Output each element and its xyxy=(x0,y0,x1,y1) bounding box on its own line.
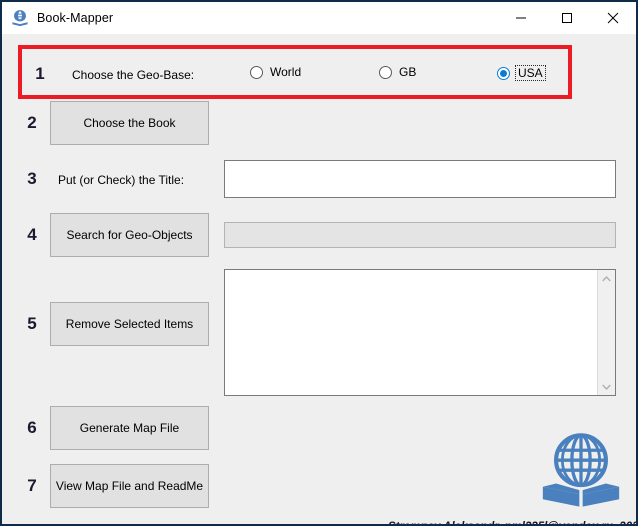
geo-objects-list-area[interactable] xyxy=(225,270,597,395)
author-credit: Stremnev Aleksandr, nml235l@yandex.ru, 2… xyxy=(388,521,636,524)
search-for-geo-objects-button[interactable]: Search for Geo-Objects xyxy=(50,213,209,257)
radio-option-world[interactable]: World xyxy=(250,65,301,79)
window-title: Book-Mapper xyxy=(37,11,114,25)
radio-dot-usa[interactable] xyxy=(497,66,510,80)
radio-label-gb: GB xyxy=(399,65,417,79)
title-bar: Book-Mapper xyxy=(2,2,636,34)
radio-label-usa: USA xyxy=(515,65,546,81)
radio-label-world: World xyxy=(270,65,302,79)
radio-option-gb[interactable]: GB xyxy=(379,65,416,79)
window-controls xyxy=(498,2,636,34)
step-number-2: 2 xyxy=(27,113,37,132)
maximize-button[interactable] xyxy=(544,2,590,34)
remove-selected-items-button[interactable]: Remove Selected Items xyxy=(50,302,209,346)
geo-objects-status-input xyxy=(224,222,616,248)
step-number-5: 5 xyxy=(27,314,37,333)
radio-dot-gb[interactable] xyxy=(379,65,392,79)
step-number-7: 7 xyxy=(27,476,37,495)
scroll-down-arrow-icon[interactable] xyxy=(598,378,615,395)
minimize-icon xyxy=(516,17,526,19)
chevron-down-icon xyxy=(602,384,611,390)
listbox-scrollbar[interactable] xyxy=(597,270,615,395)
title-input[interactable] xyxy=(224,160,616,198)
globe-book-icon xyxy=(12,10,28,27)
step-number-6: 6 xyxy=(27,418,37,437)
step-number-3: 3 xyxy=(27,169,37,188)
application-window: Book-Mapper 1 Choose the Geo-Base: World… xyxy=(0,0,638,526)
step-number-4: 4 xyxy=(27,225,37,244)
close-icon xyxy=(607,12,619,24)
geo-base-highlight-box: 1 Choose the Geo-Base: World GB USA xyxy=(18,45,572,99)
radio-dot-world[interactable] xyxy=(250,65,263,79)
scroll-up-arrow-icon[interactable] xyxy=(598,270,615,287)
minimize-button[interactable] xyxy=(498,2,544,34)
radio-option-usa[interactable]: USA xyxy=(497,65,546,81)
form-body: 1 Choose the Geo-Base: World GB USA 2 Ch… xyxy=(2,34,636,524)
geo-base-label: Choose the Geo-Base: xyxy=(72,68,195,82)
geo-objects-listbox[interactable] xyxy=(224,269,616,396)
step-number-1: 1 xyxy=(35,64,45,83)
maximize-icon xyxy=(562,13,572,23)
view-map-file-and-readme-button[interactable]: View Map File and ReadMe xyxy=(50,464,209,508)
chevron-up-icon xyxy=(602,275,611,281)
globe-book-logo xyxy=(542,433,620,507)
choose-the-book-button[interactable]: Choose the Book xyxy=(50,101,209,145)
generate-map-file-button[interactable]: Generate Map File xyxy=(50,406,209,450)
title-field-label: Put (or Check) the Title: xyxy=(58,173,185,187)
close-button[interactable] xyxy=(590,2,636,34)
